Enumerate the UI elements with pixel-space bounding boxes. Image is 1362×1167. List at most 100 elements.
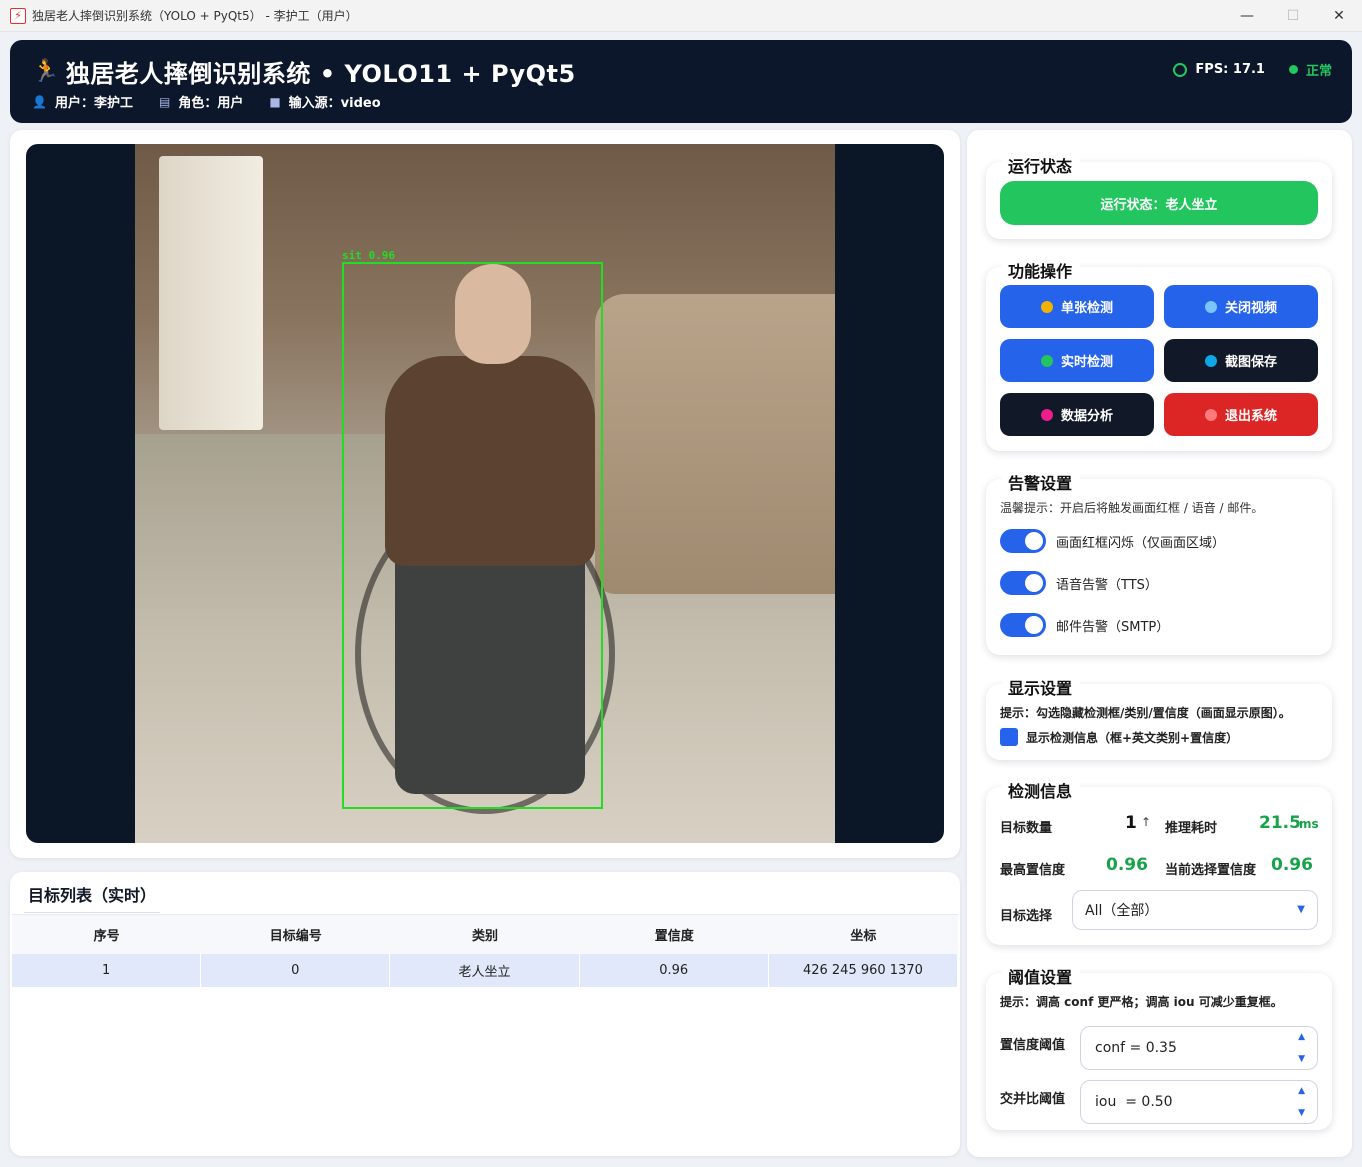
button-label: 关闭视频 <box>1224 301 1277 316</box>
spin-up-icon[interactable]: ▲ <box>1298 1086 1305 1096</box>
infer-label: 推理耗时 <box>1165 821 1218 836</box>
detection-info-group: 检测信息 目标数量 1 ↑ 推理耗时 21.5 ms 最高置信度 0.96 当前… <box>986 778 1332 945</box>
video-display: sit 0.96 <box>26 144 944 843</box>
spin-down-icon[interactable]: ▼ <box>1298 1108 1305 1118</box>
cur-conf-label: 当前选择置信度 <box>1165 863 1257 878</box>
button-label: 退出系统 <box>1224 409 1277 424</box>
close-video-button[interactable]: 关闭视频 <box>1164 285 1318 328</box>
run-state-title: 运行状态 <box>1002 153 1081 177</box>
display-tip: 提示：勾选隐藏检测框/类别/置信度（画面显示原图）。 <box>1000 706 1291 720</box>
spin-down-icon[interactable]: ▼ <box>1298 1054 1305 1064</box>
column-header[interactable]: 置信度 <box>580 915 769 954</box>
count-value: 1 <box>1125 813 1137 833</box>
target-select-dropdown[interactable]: All（全部） ▼ <box>1072 890 1318 930</box>
toggle-label: 语音告警（TTS） <box>1056 577 1158 593</box>
role-info: ▤ 角色：用户 <box>158 92 244 112</box>
button-label: 实时检测 <box>1060 355 1113 370</box>
role-icon: ▤ <box>158 94 171 109</box>
threshold-group: 阈值设置 提示：调高 conf 更严格；调高 iou 可减少重复框。 置信度阈值… <box>986 964 1332 1130</box>
user-info: 👤 用户：李护工 <box>32 92 133 112</box>
yellow-dot-icon <box>1040 300 1053 313</box>
column-header[interactable]: 类别 <box>390 915 579 954</box>
maximize-button[interactable]: ☐ <box>1270 0 1316 32</box>
target-select-label: 目标选择 <box>1000 909 1053 924</box>
target-list-panel: 目标列表（实时） 序号 目标编号 类别 置信度 坐标 1 0 老人坐立 0.96… <box>10 872 960 1156</box>
email-alarm-toggle[interactable] <box>1000 613 1046 637</box>
alarm-group: 告警设置 温馨提示：开启后将触发画面红框 / 语音 / 邮件。 画面红框闪烁（仅… <box>986 470 1332 655</box>
functions-group: 功能操作 单张检测 关闭视频 实时检测 截图保存 数据分析 退出系统 <box>986 258 1332 451</box>
up-arrow-icon: ↑ <box>1141 815 1152 829</box>
single-detect-button[interactable]: 单张检测 <box>1000 285 1154 328</box>
table-row[interactable]: 1 0 老人坐立 0.96 426 245 960 1370 <box>12 954 959 987</box>
infer-unit: ms <box>1299 817 1319 831</box>
email-toggle-row: 邮件告警（SMTP） <box>1000 613 1169 637</box>
button-label: 截图保存 <box>1224 355 1277 370</box>
source-text: 输入源：video <box>288 96 381 111</box>
max-conf-label: 最高置信度 <box>1000 863 1066 878</box>
app-title-text: 独居老人摔倒识别系统 • YOLO11 + PyQt5 <box>65 60 576 88</box>
voice-alarm-toggle[interactable] <box>1000 571 1046 595</box>
iou-value: iou = 0.50 <box>1095 1094 1173 1110</box>
detection-label: sit 0.96 <box>342 249 395 262</box>
table-cell: 1 <box>12 954 202 987</box>
functions-title: 功能操作 <box>1002 258 1081 282</box>
table-cell: 0.96 <box>580 954 769 987</box>
display-group: 显示设置 提示：勾选隐藏检测框/类别/置信度（画面显示原图）。 显示检测信息（框… <box>986 675 1332 760</box>
button-label: 数据分析 <box>1060 409 1113 424</box>
detection-box <box>342 262 603 809</box>
close-button[interactable]: ✕ <box>1316 0 1362 32</box>
iou-label: 交并比阈值 <box>1000 1092 1066 1107</box>
fps-text: FPS: 17.1 <box>1195 62 1265 77</box>
conf-value: conf = 0.35 <box>1095 1040 1177 1056</box>
detection-title: 检测信息 <box>1002 778 1081 802</box>
button-label: 单张检测 <box>1060 301 1113 316</box>
data-analysis-button[interactable]: 数据分析 <box>1000 393 1154 436</box>
display-title: 显示设置 <box>1002 675 1081 699</box>
realtime-detect-button[interactable]: 实时检测 <box>1000 339 1154 382</box>
app-header: 🏃 独居老人摔倒识别系统 • YOLO11 + PyQt5 👤 用户：李护工 ▤… <box>10 40 1352 123</box>
header-meta: 👤 用户：李护工 ▤ 角色：用户 ■ 输入源：video <box>32 92 381 112</box>
checkbox-label: 显示检测信息（框+英文类别+置信度） <box>1026 730 1239 745</box>
count-label: 目标数量 <box>1000 821 1053 836</box>
green-dot-icon <box>1040 354 1053 367</box>
iou-spinbox[interactable]: iou = 0.50 ▲ ▼ <box>1080 1080 1318 1124</box>
screenshot-save-button[interactable]: 截图保存 <box>1164 339 1318 382</box>
select-value: All（全部） <box>1085 903 1159 919</box>
frame-fridge <box>159 156 263 430</box>
red-frame-toggle[interactable] <box>1000 529 1046 553</box>
table-header: 序号 目标编号 类别 置信度 坐标 <box>12 914 958 954</box>
run-state-indicator: 运行状态：老人坐立 <box>1000 181 1318 225</box>
table-cell: 老人坐立 <box>390 954 580 987</box>
table-cell: 426 245 960 1370 <box>769 954 959 987</box>
column-header[interactable]: 坐标 <box>769 915 958 954</box>
status-text: 正常 <box>1305 64 1332 79</box>
minimize-button[interactable]: — <box>1224 0 1270 32</box>
voice-toggle-row: 语音告警（TTS） <box>1000 571 1158 595</box>
status-dot-icon <box>1288 65 1298 74</box>
column-header[interactable]: 序号 <box>12 915 201 954</box>
conf-spinbox[interactable]: conf = 0.35 ▲ ▼ <box>1080 1026 1318 1070</box>
spin-up-icon[interactable]: ▲ <box>1298 1032 1305 1042</box>
show-info-row: 显示检测信息（框+英文类别+置信度） <box>1000 728 1238 746</box>
header-status: FPS: 17.1 正常 <box>1173 60 1332 79</box>
user-icon: 👤 <box>32 94 47 109</box>
dropdown-caret-icon: ▼ <box>1297 904 1305 915</box>
alarm-tip: 温馨提示：开启后将触发画面红框 / 语音 / 邮件。 <box>1000 501 1264 515</box>
conf-label: 置信度阈值 <box>1000 1038 1066 1053</box>
role-text: 角色：用户 <box>178 96 244 111</box>
column-header[interactable]: 目标编号 <box>201 915 390 954</box>
red-frame-toggle-row: 画面红框闪烁（仅画面区域） <box>1000 529 1225 553</box>
show-info-checkbox[interactable] <box>1000 728 1018 746</box>
app-title: 🏃 独居老人摔倒识别系统 • YOLO11 + PyQt5 <box>32 54 576 89</box>
exit-system-button[interactable]: 退出系统 <box>1164 393 1318 436</box>
run-state-group: 运行状态 运行状态：老人坐立 <box>986 153 1332 239</box>
pink-dot-icon <box>1040 408 1053 421</box>
source-info: ■ 输入源：video <box>269 92 381 112</box>
running-person-icon: 🏃 <box>32 59 60 84</box>
cyan-dot-icon <box>1204 354 1217 367</box>
infer-value: 21.5 <box>1259 813 1301 833</box>
threshold-title: 阈值设置 <box>1002 964 1081 988</box>
salmon-dot-icon <box>1204 408 1217 421</box>
window-title: 独居老人摔倒识别系统（YOLO + PyQt5） - 李护工（用户） <box>32 9 358 23</box>
app-icon: ⚡ <box>10 7 26 24</box>
